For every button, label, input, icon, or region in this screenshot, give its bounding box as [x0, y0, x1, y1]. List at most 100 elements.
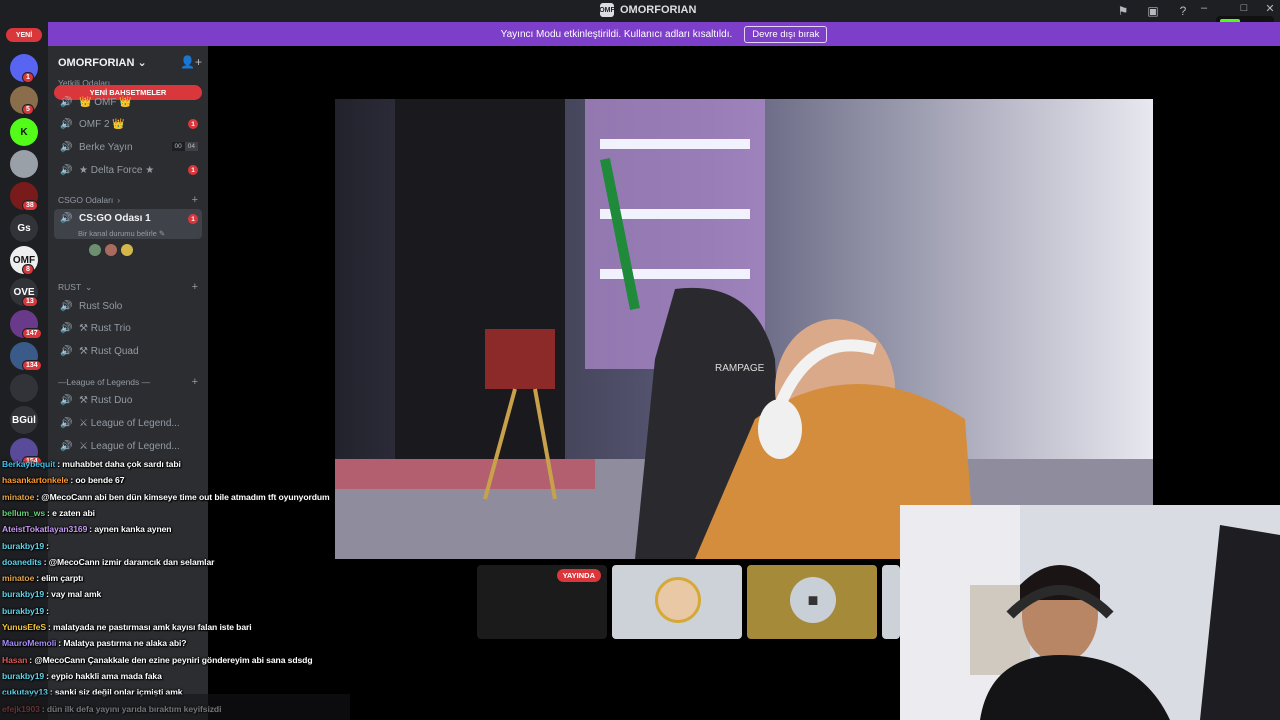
- live-badge: YAYINDA: [556, 569, 601, 582]
- stream-tile-live[interactable]: YAYINDA: [477, 565, 607, 639]
- voice-channel-lol2[interactable]: 🔊 ⚔ League of Legend...: [54, 436, 202, 456]
- unread-badge: 1: [188, 119, 198, 129]
- minimize-button[interactable]: –: [1196, 2, 1212, 14]
- mention-badge: 134: [22, 360, 42, 371]
- chat-text: : @MecoCann Çanakkale den ezine peyniri …: [29, 654, 313, 665]
- title-bar: OMF OMORFORIAN ⚑ ▣ ? – □ ✕: [0, 0, 1280, 22]
- speaker-icon: 🔊: [60, 164, 73, 176]
- mention-badge: 5: [22, 104, 34, 115]
- speaker-icon: 🔊: [60, 417, 73, 429]
- chat-text: : @MecoCann izmir daramcık dan selamlar: [43, 556, 215, 567]
- voice-channel-rust-trio[interactable]: 🔊 ⚒ Rust Trio: [54, 318, 202, 338]
- disable-streamer-mode-button[interactable]: Devre dışı bırak: [744, 25, 828, 43]
- speaker-icon: 🔊: [60, 141, 73, 153]
- streamer-mode-banner: Yayıncı Modu etkinleştirildi. Kullanıcı …: [48, 22, 1280, 46]
- chat-username: bellum_ws: [2, 507, 46, 518]
- mention-badge: 13: [22, 296, 38, 307]
- mention-badge: 147: [22, 328, 42, 339]
- voice-channel-omf2[interactable]: 🔊 OMF 2 👑 1: [54, 114, 202, 134]
- speaker-icon: 🔊: [60, 322, 73, 334]
- avatar[interactable]: [88, 243, 102, 257]
- chat-username: burakby19: [2, 605, 45, 616]
- chat-message: burakby19: eypio hakkli ama mada faka: [2, 671, 162, 681]
- close-button[interactable]: ✕: [1262, 2, 1278, 15]
- chat-text: : vay mal amk: [46, 589, 102, 600]
- mention-badge: 8: [22, 264, 34, 275]
- help-icon[interactable]: ?: [1176, 4, 1190, 18]
- chat-username: Berkaybequit: [2, 459, 56, 469]
- mention-badge: 38: [22, 200, 38, 211]
- voice-channel-rust-quad[interactable]: 🔊 ⚒ Rust Quad: [54, 341, 202, 361]
- avatar[interactable]: [104, 243, 118, 257]
- maximize-button[interactable]: □: [1236, 2, 1252, 14]
- voice-channel-omf1[interactable]: 🔊 👑 OMF 👑: [54, 92, 202, 112]
- chat-text: : muhabbet daha çok sardı tabi: [57, 459, 181, 469]
- chat-message: AteistTokatlayan3169: aynen kanka aynen: [2, 524, 172, 535]
- chat-text: : elim çarptı: [36, 573, 84, 584]
- webcam-image: [900, 505, 1280, 720]
- voice-channel-rust-duo[interactable]: 🔊 ⚒ Rust Duo: [54, 390, 202, 410]
- category-csgo[interactable]: CSGO Odaları › +: [58, 194, 198, 206]
- category-rust[interactable]: RUST ⌄ +: [58, 281, 198, 293]
- chat-text: : Malatya pastırma ne alaka abi?: [58, 638, 187, 649]
- add-channel-icon[interactable]: +: [192, 376, 198, 388]
- streamer-room-image: RAMPAGE: [335, 99, 1153, 559]
- speaker-icon: 🔊: [60, 300, 73, 312]
- chat-text: :: [46, 605, 49, 616]
- server-icon[interactable]: BGül: [10, 406, 38, 434]
- stream-tile-user[interactable]: [612, 565, 742, 639]
- chat-username: burakby19: [2, 589, 45, 600]
- chat-username: burakby19: [2, 670, 45, 681]
- server-icon[interactable]: K: [10, 118, 38, 146]
- chat-message: Hasan: @MecoCann Çanakkale den ezine pey…: [2, 654, 313, 665]
- voice-channel-rust-solo[interactable]: 🔊 Rust Solo: [54, 296, 202, 316]
- chat-username: AteistTokatlayan3169: [2, 524, 88, 535]
- server-name-header[interactable]: OMORFORIAN ⌄: [58, 56, 147, 69]
- speaker-icon: 🔊: [60, 213, 73, 224]
- screen-icon[interactable]: ▣: [1146, 4, 1160, 18]
- camera-icon: ■: [790, 577, 836, 623]
- server-icon[interactable]: [10, 150, 38, 178]
- channel-status-placeholder[interactable]: Bir kanal durumu belirle ✎: [78, 229, 165, 238]
- window-title-text: OMORFORIAN: [620, 4, 697, 16]
- user-limit-badge: 00 04: [171, 142, 198, 151]
- new-unread-pill[interactable]: YENİ: [6, 28, 42, 42]
- inbox-icon[interactable]: ⚑: [1116, 4, 1130, 18]
- speaker-icon: 🔊: [60, 345, 73, 357]
- avatar: [655, 577, 701, 623]
- speaker-icon: 🔊: [60, 96, 73, 108]
- server-logo-icon: OMF: [599, 3, 615, 17]
- add-channel-icon[interactable]: +: [192, 281, 198, 293]
- invite-people-icon[interactable]: 👤+: [180, 55, 202, 69]
- avatar[interactable]: [120, 243, 134, 257]
- chat-message: YunusEfeS: malatyada ne pastırması amk k…: [2, 622, 252, 632]
- mention-badge: 1: [22, 72, 34, 83]
- voice-channel-lol1[interactable]: 🔊 ⚔ League of Legend...: [54, 413, 202, 433]
- server-icon[interactable]: Gs: [10, 214, 38, 242]
- voice-channel-delta[interactable]: 🔊 ★ Delta Force ★ 1: [54, 160, 202, 180]
- chat-username: Hasan: [2, 654, 28, 665]
- stream-tile-camera-off[interactable]: ■: [747, 565, 877, 639]
- chat-username: minatoe: [2, 573, 35, 584]
- chat-message: bellum_ws: e zaten abi: [2, 508, 95, 518]
- server-icon[interactable]: [10, 374, 38, 402]
- chat-text: : aynen kanka aynen: [89, 524, 172, 535]
- chat-message: minatoe: elim çarptı: [2, 573, 83, 583]
- stream-tile-partial[interactable]: [882, 565, 900, 639]
- chat-message: hasankartonkele: oo bende 67: [2, 475, 125, 486]
- unread-badge: 1: [188, 165, 198, 175]
- speaker-icon: 🔊: [60, 394, 73, 406]
- chat-message: minatoe: @MecoCann abi ben dün kimseye t…: [2, 492, 330, 502]
- main-stream-video[interactable]: RAMPAGE: [335, 99, 1153, 559]
- chat-message: Berkaybequit: muhabbet daha çok sardı ta…: [2, 459, 181, 469]
- chat-text: : oo bende 67: [70, 475, 125, 486]
- speaker-icon: 🔊: [60, 118, 73, 130]
- chat-message: burakby19: vay mal amk: [2, 589, 101, 599]
- voice-channel-berke[interactable]: 🔊 Berke Yayın 00 04: [54, 137, 202, 157]
- add-channel-icon[interactable]: +: [192, 194, 198, 206]
- chat-username: burakby19: [2, 540, 45, 551]
- category-lol[interactable]: —League of Legends — +: [58, 376, 198, 388]
- chat-message: MauroMemoli: Malatya pastırma ne alaka a…: [2, 638, 187, 649]
- svg-text:RAMPAGE: RAMPAGE: [715, 363, 765, 374]
- voice-users: [88, 243, 134, 257]
